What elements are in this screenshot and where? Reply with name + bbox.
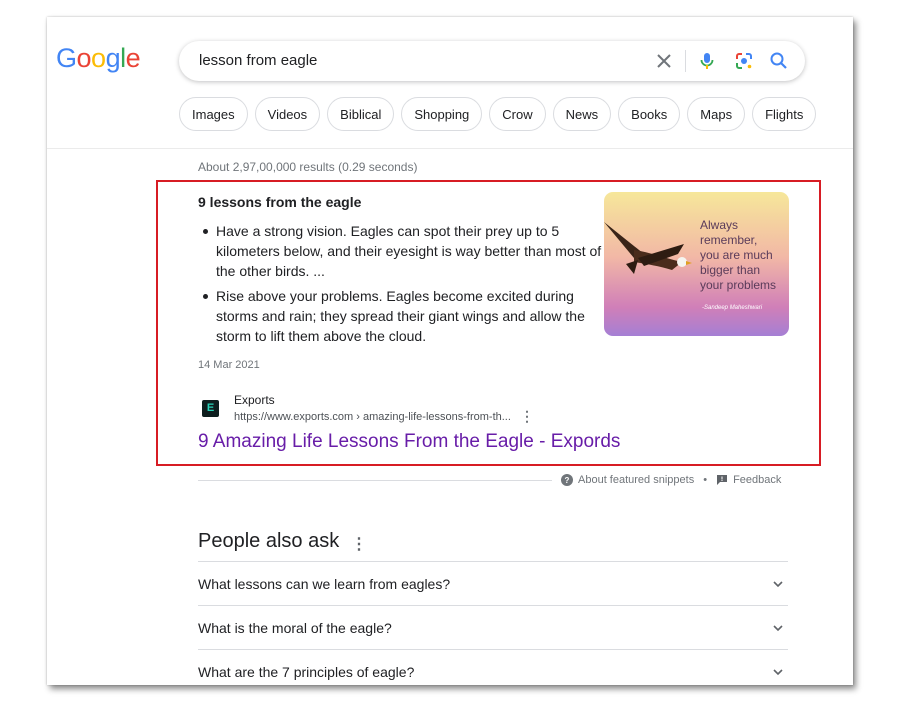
more-options-icon[interactable]: ⋮ — [351, 534, 367, 554]
footer-separator: • — [703, 474, 708, 486]
chip-crow[interactable]: Crow — [489, 97, 546, 131]
chip-flights[interactable]: Flights — [752, 97, 817, 131]
paa-question[interactable]: What are the 7 principles of eagle? — [198, 649, 788, 685]
chevron-down-icon — [773, 625, 783, 632]
image-quote-author: -Sandeep Maheshwari — [702, 305, 763, 311]
quote-line: your problems — [700, 278, 777, 292]
logo-letter: e — [125, 43, 141, 73]
about-snippets-link[interactable]: About featured snippets — [578, 474, 694, 486]
chip-news[interactable]: News — [552, 97, 612, 131]
chevron-down-icon — [773, 669, 783, 676]
logo-letter: g — [105, 43, 121, 73]
search-divider — [685, 50, 686, 72]
image-quote: Always remember, you are much bigger tha… — [700, 218, 776, 293]
snippet-date: 14 Mar 2021 — [198, 359, 260, 371]
paa-question[interactable]: What is the moral of the eagle? — [198, 605, 788, 648]
logo-letter: o — [91, 43, 106, 73]
clear-icon[interactable] — [654, 51, 674, 71]
chip-videos[interactable]: Videos — [254, 97, 321, 131]
result-title-link[interactable]: 9 Amazing Life Lessons From the Eagle - … — [198, 431, 620, 453]
paa-question-text: What is the moral of the eagle? — [198, 620, 392, 636]
people-also-ask-title: People also ask — [198, 530, 340, 552]
lens-icon[interactable] — [734, 51, 754, 71]
paa-question[interactable]: What lessons can we learn from eagles? — [198, 561, 788, 604]
search-icon[interactable] — [769, 51, 789, 71]
chip-images[interactable]: Images — [179, 97, 248, 131]
source-url: https://www.exports.com › amazing-life-l… — [234, 411, 511, 423]
paa-question-text: What are the 7 principles of eagle? — [198, 664, 415, 680]
result-stats: About 2,97,00,000 results (0.29 seconds) — [198, 160, 418, 174]
logo-letter: G — [56, 43, 77, 73]
quote-line: bigger than — [700, 263, 761, 277]
snippet-list: Have a strong vision. Eagles can spot th… — [198, 221, 616, 351]
chevron-down-icon — [773, 581, 783, 588]
snippet-bullet: Rise above your problems. Eagles become … — [203, 286, 616, 346]
source-name: Exports — [234, 393, 275, 407]
search-box[interactable]: lesson from eagle — [179, 41, 805, 81]
feedback-link[interactable]: Feedback — [733, 474, 781, 486]
snippet-bullet: Have a strong vision. Eagles can spot th… — [203, 221, 616, 281]
logo-letter: o — [76, 43, 92, 73]
search-results-page: Google lesson from eagle Images Videos B… — [47, 17, 853, 685]
eagle-illustration — [604, 222, 692, 274]
snippet-image[interactable]: Always remember, you are much bigger tha… — [604, 192, 789, 336]
chip-maps[interactable]: Maps — [687, 97, 746, 131]
filter-chips: Images Videos Biblical Shopping Crow New… — [179, 97, 817, 133]
search-input[interactable]: lesson from eagle — [199, 52, 317, 69]
microphone-icon[interactable] — [697, 51, 717, 71]
chip-shopping[interactable]: Shopping — [401, 97, 483, 131]
snippet-footer-divider — [198, 480, 552, 481]
site-favicon-icon: E — [202, 400, 219, 417]
quote-line: you are much — [700, 248, 773, 262]
header-divider — [47, 148, 853, 149]
snippet-title: 9 lessons from the eagle — [198, 194, 362, 210]
help-icon: ? — [561, 474, 573, 486]
feedback-icon — [717, 475, 728, 485]
quote-line: remember, — [700, 233, 758, 247]
snippet-footer: ? About featured snippets • Feedback — [561, 474, 781, 486]
svg-text:?: ? — [565, 476, 570, 485]
google-logo[interactable]: Google — [56, 43, 141, 74]
paa-question-text: What lessons can we learn from eagles? — [198, 576, 451, 592]
chip-books[interactable]: Books — [618, 97, 681, 131]
quote-line: Always — [700, 218, 739, 232]
chip-biblical[interactable]: Biblical — [327, 97, 395, 131]
more-options-icon[interactable]: ⋮ — [520, 409, 534, 423]
